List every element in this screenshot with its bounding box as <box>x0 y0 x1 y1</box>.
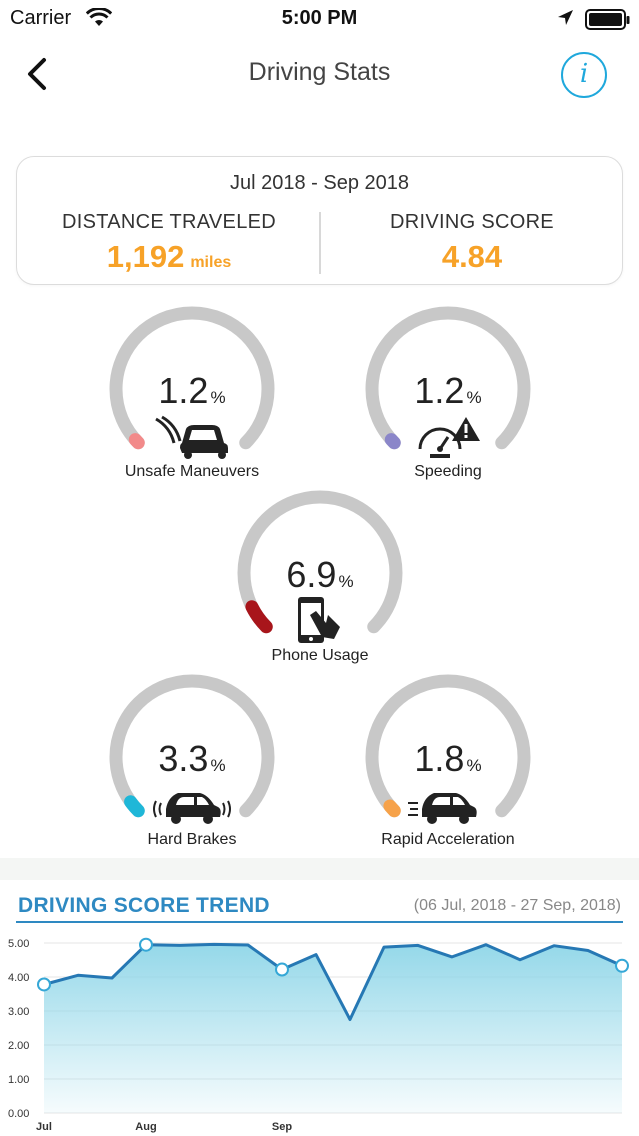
gauge-value-row: 1.2% <box>92 370 292 412</box>
status-bar: Carrier 5:00 PM <box>0 0 639 40</box>
gauge-value-row: 1.8% <box>348 738 548 780</box>
gauge-unit: % <box>210 388 226 407</box>
braking-car-icon <box>153 793 231 824</box>
gauge-hard-brakes[interactable]: 3.3% Hard Brakes <box>92 673 292 858</box>
section-separator <box>0 858 639 880</box>
trend-date-range: (06 Jul, 2018 - 27 Sep, 2018) <box>413 897 621 914</box>
navigation-bar: Driving Stats i <box>0 40 639 110</box>
gauge-value: 6.9 <box>286 554 337 595</box>
score-stat: DRIVING SCORE 4.84 <box>320 211 624 275</box>
x-tick-label: Sep <box>272 1121 292 1133</box>
gauge-indicator <box>383 799 401 818</box>
y-tick-label: 1.00 <box>8 1074 29 1086</box>
phone-touch-icon <box>298 597 340 643</box>
gauge-value: 3.3 <box>158 738 209 779</box>
gauge-value-row: 6.9% <box>220 554 420 596</box>
score-label: DRIVING SCORE <box>390 211 554 233</box>
x-tick-label: Aug <box>135 1121 156 1133</box>
gauge-indicator <box>384 433 401 450</box>
gauge-value-row: 3.3% <box>92 738 292 780</box>
battery-icon <box>585 9 630 30</box>
gauge-unit: % <box>466 756 482 775</box>
gauge-value-row: 1.2% <box>348 370 548 412</box>
gauge-unit: % <box>338 572 354 591</box>
y-tick-label: 5.00 <box>8 938 29 950</box>
gauge-label: Phone Usage <box>271 647 369 664</box>
location-arrow-icon <box>558 10 573 25</box>
speedometer-warning-icon <box>418 417 480 458</box>
y-tick-label: 2.00 <box>8 1040 29 1052</box>
gauge-speeding[interactable]: 1.2% Speeding <box>348 305 548 490</box>
gauge-indicator <box>128 433 145 450</box>
page-title: Driving Stats <box>248 58 391 86</box>
gauge-label: Unsafe Maneuvers <box>124 463 260 480</box>
clock-time: 5:00 PM <box>281 7 358 29</box>
gauge-unit: % <box>210 756 226 775</box>
y-tick-label: 4.00 <box>8 972 29 984</box>
gauge-indicator <box>245 600 273 634</box>
y-tick-label: 0.00 <box>8 1108 29 1120</box>
score-point <box>275 962 289 977</box>
trend-title: DRIVING SCORE TREND <box>18 894 270 917</box>
distance-stat: DISTANCE TRAVELED 1,192 miles <box>17 211 321 275</box>
gauge-unsafe-maneuvers[interactable]: 1.2% Unsafe Maneuvers <box>92 305 292 490</box>
gauge-label: Hard Brakes <box>147 831 237 848</box>
score-point <box>615 958 629 973</box>
date-range: Jul 2018 - Sep 2018 <box>229 172 410 194</box>
gauge-unit: % <box>466 388 482 407</box>
gauge-value: 1.2 <box>414 370 465 411</box>
summary-card: Jul 2018 - Sep 2018 DISTANCE TRAVELED 1,… <box>16 156 623 285</box>
score-area <box>44 944 622 1113</box>
x-tick-label: Jul <box>36 1121 52 1133</box>
gauge-phone-usage[interactable]: 6.9% Phone Usage <box>220 489 420 674</box>
info-button[interactable]: i <box>561 52 607 98</box>
gauge-label: Speeding <box>414 463 482 480</box>
score-point <box>37 977 51 992</box>
gauge-value: 1.2 <box>158 370 209 411</box>
gauge-indicator <box>124 795 145 818</box>
accelerating-car-icon <box>408 793 477 824</box>
driving-score-trend-chart[interactable]: 0.00 1.00 2.00 3.00 4.00 5.00 Jul Aug Sep <box>0 928 639 1136</box>
distance-unit: miles <box>190 254 232 271</box>
trend-underline <box>16 921 623 923</box>
distance-label: DISTANCE TRAVELED <box>61 211 277 233</box>
gauge-label: Rapid Acceleration <box>381 831 515 848</box>
gauge-rapid-acceleration[interactable]: 1.8% Rapid Acceleration <box>348 673 548 858</box>
gauge-value: 1.8 <box>414 738 465 779</box>
y-tick-label: 3.00 <box>8 1006 29 1018</box>
score-point <box>139 937 153 952</box>
score-value: 4.84 <box>441 239 503 274</box>
swerving-car-icon <box>155 415 228 459</box>
distance-value: 1,192 <box>106 239 185 274</box>
distance-value-row: 1,192 miles <box>17 239 321 275</box>
